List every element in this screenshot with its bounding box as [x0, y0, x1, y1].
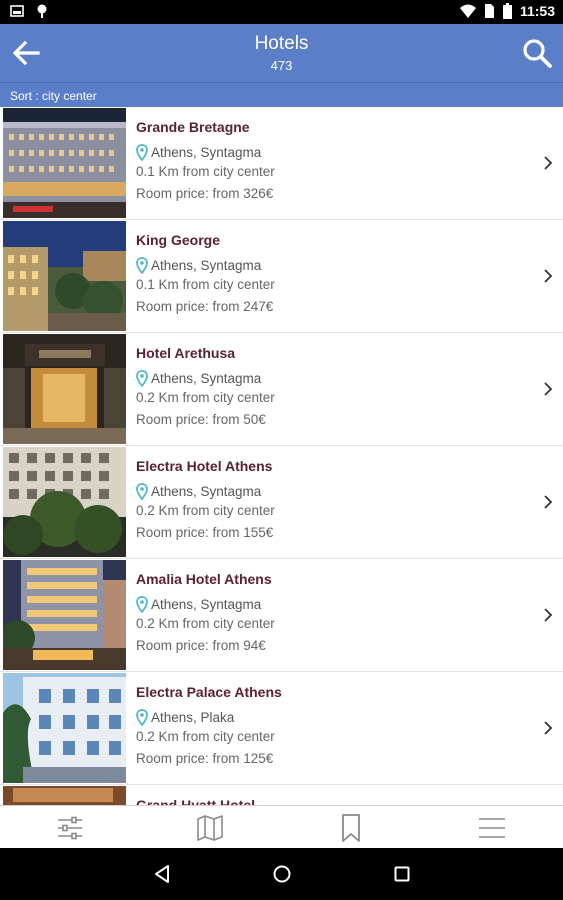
search-button[interactable] — [521, 37, 553, 69]
chevron-right-icon — [544, 156, 553, 170]
hotel-name: Grande Bretagne — [136, 119, 250, 135]
hotel-name: Hotel Arethusa — [136, 345, 236, 361]
image-notification-icon — [10, 5, 24, 17]
system-recents-button[interactable] — [390, 862, 414, 886]
sort-bar[interactable]: Sort : city center — [0, 82, 563, 107]
hotel-location-text: Athens, Syntagma — [151, 258, 262, 273]
hotel-name: Grand Hyatt Hotel — [136, 797, 256, 805]
hotel-photo — [3, 560, 126, 670]
map-icon — [197, 815, 223, 841]
hotel-photo — [3, 447, 126, 557]
hotel-distance: 0.2 Km from city center — [136, 616, 275, 631]
search-icon — [523, 39, 552, 68]
hotel-name: Amalia Hotel Athens — [136, 571, 272, 587]
status-bar: 11:53 — [0, 0, 563, 24]
hotel-list-item[interactable]: Electra Hotel Athens Athens, Syntagma 0.… — [0, 446, 563, 559]
hotel-distance: 0.2 Km from city center — [136, 729, 275, 744]
hotel-location: Athens, Syntagma — [136, 593, 275, 616]
hotel-location: Athens, Plaka — [136, 706, 282, 729]
results-count: 473 — [270, 58, 293, 73]
location-pin-icon — [136, 596, 148, 613]
hotel-photo — [3, 221, 126, 331]
menu-icon — [479, 818, 505, 838]
hotel-location-text: Athens, Syntagma — [151, 371, 262, 386]
location-pin-icon — [136, 709, 148, 726]
hotel-list-item[interactable]: Hotel Arethusa Athens, Syntagma 0.2 Km f… — [0, 333, 563, 446]
status-time: 11:53 — [519, 3, 555, 19]
hotel-distance: 0.2 Km from city center — [136, 390, 275, 405]
hotel-location-text: Athens, Syntagma — [151, 484, 262, 499]
hotel-price: Room price: from 50€ — [136, 412, 266, 427]
hotel-list[interactable]: Grande Bretagne Athens, Syntagma 0.1 Km … — [0, 107, 563, 805]
bottom-tab-bar — [0, 805, 563, 848]
chevron-right-icon — [544, 608, 553, 622]
hotel-list-item[interactable]: Electra Palace Athens Athens, Plaka 0.2 … — [0, 672, 563, 785]
chevron-right-icon — [544, 495, 553, 509]
wifi-icon — [459, 4, 476, 18]
recents-square-icon — [394, 866, 410, 882]
hotel-list-item[interactable]: Amalia Hotel Athens Athens, Syntagma 0.2… — [0, 559, 563, 672]
hotel-photo — [3, 673, 126, 783]
hotel-location-text: Athens, Syntagma — [151, 145, 262, 160]
chevron-right-icon — [544, 382, 553, 396]
filter-button[interactable] — [50, 814, 90, 842]
system-home-button[interactable] — [270, 862, 294, 886]
system-navigation-bar — [0, 848, 563, 900]
filter-icon — [58, 816, 82, 840]
sort-label: Sort : city center — [10, 89, 97, 103]
hotel-list-item[interactable]: King George Athens, Syntagma 0.1 Km from… — [0, 220, 563, 333]
bookmark-icon — [342, 814, 360, 842]
hotel-list-item[interactable]: Grande Bretagne Athens, Syntagma 0.1 Km … — [0, 107, 563, 220]
hotel-location: Athens, Syntagma — [136, 141, 275, 164]
hotel-location-text: Athens, Syntagma — [151, 597, 262, 612]
hotel-name: Electra Hotel Athens — [136, 458, 273, 474]
hotel-photo — [3, 786, 126, 805]
chevron-right-icon — [544, 269, 553, 283]
bookmark-button[interactable] — [331, 814, 371, 842]
sim-icon — [484, 4, 494, 18]
location-pin-icon — [136, 144, 148, 161]
app-bar: Hotels 473 — [0, 24, 563, 82]
hotel-photo — [3, 108, 126, 218]
system-back-button[interactable] — [150, 862, 174, 886]
hotel-distance: 0.1 Km from city center — [136, 277, 275, 292]
pin-notification-icon — [37, 4, 47, 18]
hotel-price: Room price: from 155€ — [136, 525, 274, 540]
hotel-price: Room price: from 247€ — [136, 299, 274, 314]
page-title: Hotels — [254, 33, 309, 54]
location-pin-icon — [136, 370, 148, 387]
hotel-price: Room price: from 125€ — [136, 751, 274, 766]
back-triangle-icon — [155, 865, 169, 883]
hotel-distance: 0.2 Km from city center — [136, 503, 275, 518]
hotel-location: Athens, Syntagma — [136, 480, 275, 503]
hotel-distance: 0.1 Km from city center — [136, 164, 275, 179]
home-circle-icon — [273, 865, 291, 883]
hotel-name: King George — [136, 232, 221, 248]
hotel-price: Room price: from 326€ — [136, 186, 274, 201]
location-pin-icon — [136, 483, 148, 500]
map-button[interactable] — [190, 814, 230, 842]
hotel-location: Athens, Syntagma — [136, 367, 275, 390]
hotel-location: Athens, Syntagma — [136, 254, 275, 277]
hotel-location-text: Athens, Plaka — [151, 710, 235, 725]
hotel-photo — [3, 334, 126, 444]
hotel-price: Room price: from 94€ — [136, 638, 266, 653]
chevron-right-icon — [544, 721, 553, 735]
battery-icon — [502, 3, 512, 19]
location-pin-icon — [136, 257, 148, 274]
hotel-name: Electra Palace Athens — [136, 684, 282, 700]
menu-button[interactable] — [472, 814, 512, 842]
hotel-list-item[interactable]: Grand Hyatt Hotel — [0, 785, 563, 805]
